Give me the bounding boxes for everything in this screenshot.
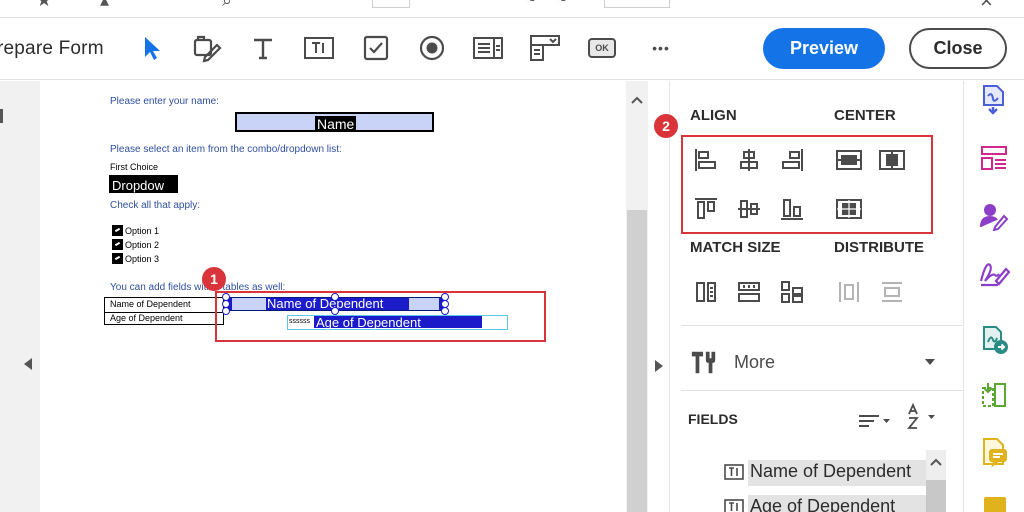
prepare-form-toolbar: repare Form OK ••• Preview Close (0, 18, 1024, 80)
request-signatures-icon[interactable] (978, 200, 1010, 232)
acrobat-window: ★ ▴ ⌕ ◔ ◔ × repare Form OK ••• Preview C… (0, 0, 1024, 512)
expand-arrow-icon[interactable] (654, 360, 663, 372)
option-2-label: Option 2 (125, 240, 160, 250)
forms-icon[interactable] (978, 142, 1010, 174)
table-row: Name of Dependent (110, 299, 191, 309)
match-both-icon[interactable] (778, 278, 806, 306)
field-item-label: Name of Dependent (750, 461, 912, 481)
send-for-review-icon[interactable] (978, 323, 1010, 355)
next-icon[interactable]: ◔ (556, 0, 567, 11)
left-collapse-arrow-icon[interactable] (24, 358, 33, 370)
text-field-icon (724, 499, 744, 512)
highlight-box-1 (215, 291, 546, 342)
dropdown-field[interactable]: Dropdow (109, 175, 178, 193)
scroll-up-icon[interactable] (631, 96, 643, 104)
name-text-field[interactable]: Name (235, 112, 434, 132)
dropdown-tool-icon[interactable] (529, 32, 561, 64)
tool-title: repare Form (0, 38, 104, 59)
callout-badge-1: 1 (202, 267, 226, 291)
callout-badge-2: 2 (654, 114, 678, 138)
comment-icon[interactable] (978, 436, 1010, 468)
page-number-input[interactable] (372, 0, 410, 8)
option-3-label: Option 3 (125, 254, 160, 264)
fields-scrollbar[interactable] (926, 450, 946, 512)
first-choice-label: First Choice (110, 162, 159, 172)
preview-button[interactable]: Preview (763, 28, 885, 69)
fields-heading: FIELDS (688, 411, 738, 427)
fill-sign-icon[interactable] (978, 256, 1010, 288)
table-row: Age of Dependent (105, 312, 223, 325)
list-box-icon[interactable] (472, 32, 504, 64)
add-text-icon[interactable] (247, 32, 279, 64)
center-heading: CENTER (834, 107, 896, 124)
field-item-label: Age of Dependent (750, 496, 896, 512)
align-heading: ALIGN (690, 107, 737, 124)
more-tools-icon[interactable] (690, 348, 718, 376)
highlight-box-2 (681, 135, 933, 234)
checkbox-option-2[interactable] (112, 239, 123, 250)
prompt-combo: Please select an item from the combo/dro… (110, 144, 342, 155)
dependents-table: Name of Dependent Age of Dependent (104, 297, 224, 325)
name-field-label: Name (315, 116, 357, 132)
zoom-input[interactable] (604, 0, 670, 8)
toolbar-icon[interactable]: ▴ (100, 0, 109, 11)
sort-order-icon[interactable] (856, 407, 892, 435)
match-size-heading: MATCH SIZE (690, 239, 781, 256)
export-pdf-icon[interactable] (978, 83, 1010, 115)
distribute-heading: DISTRIBUTE (834, 239, 924, 256)
menu-strip: ★ ▴ ⌕ ◔ ◔ × (0, 0, 1024, 18)
more-label[interactable]: More (734, 352, 775, 373)
scroll-up-icon[interactable] (930, 458, 942, 466)
match-height-icon[interactable] (692, 278, 720, 306)
more-tools-icon[interactable]: ••• (645, 32, 677, 64)
option-1-label: Option 1 (125, 226, 160, 236)
prompt-check: Check all that apply: (110, 200, 201, 211)
checkbox-tool-icon[interactable] (360, 32, 392, 64)
scrollbar-thumb[interactable] (926, 480, 946, 512)
scrollbar-thumb[interactable] (627, 210, 647, 512)
search-icon[interactable]: ⌕ (222, 0, 232, 11)
close-x-icon[interactable]: × (980, 0, 993, 14)
sort-az-icon[interactable] (902, 403, 938, 431)
edit-form-icon[interactable] (191, 32, 223, 64)
star-icon[interactable]: ★ (36, 0, 52, 11)
checkbox-option-1[interactable] (112, 225, 123, 236)
prev-icon[interactable]: ◔ (525, 0, 536, 11)
distribute-vertical-icon[interactable] (878, 278, 906, 306)
text-field-icon (724, 464, 744, 485)
left-gutter (0, 81, 40, 512)
chevron-down-icon[interactable] (925, 359, 935, 365)
stamp-icon[interactable] (984, 497, 1006, 512)
divider (681, 325, 963, 326)
ok-button-icon[interactable]: OK (586, 32, 618, 64)
checkbox-option-3[interactable] (112, 253, 123, 264)
divider (681, 390, 963, 391)
select-cursor-icon[interactable] (136, 32, 168, 64)
text-field-icon[interactable] (303, 32, 335, 64)
prompt-name: Please enter your name: (110, 96, 219, 107)
distribute-horizontal-icon[interactable] (835, 278, 863, 306)
match-width-icon[interactable] (735, 278, 763, 306)
panel-collapse-gutter (648, 81, 670, 512)
pane-handle-icon[interactable] (0, 109, 3, 123)
organize-pages-icon[interactable] (978, 379, 1010, 411)
close-button[interactable]: Close (909, 28, 1007, 69)
radio-button-icon[interactable] (416, 32, 448, 64)
